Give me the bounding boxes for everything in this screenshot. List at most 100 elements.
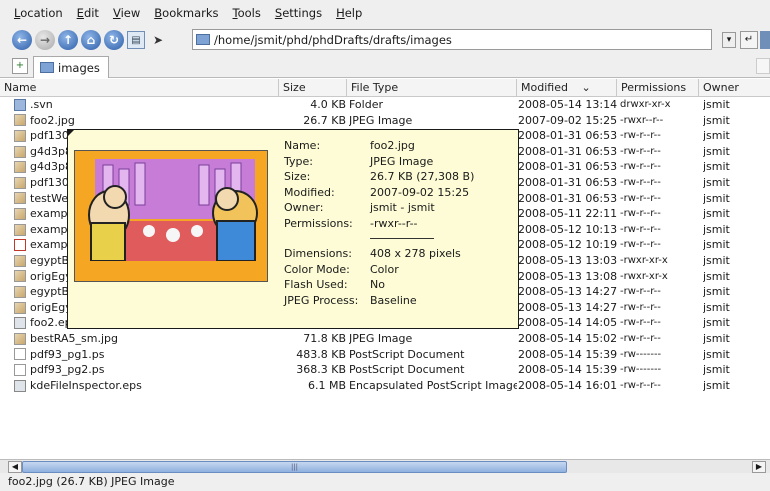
file-icon xyxy=(14,301,26,314)
location-dropdown-button[interactable]: ▾ xyxy=(722,32,736,48)
file-icon xyxy=(14,363,26,376)
go-button[interactable]: ↵ xyxy=(740,31,758,49)
file-permissions: -rw-r--r-- xyxy=(620,223,661,235)
file-owner: jsmit xyxy=(703,222,730,236)
menu-item-3[interactable]: Bookmarks xyxy=(154,6,218,20)
menu-item-4[interactable]: Tools xyxy=(233,6,261,20)
file-name-cell: foo2.jpg xyxy=(0,113,276,129)
file-name: egyptBl xyxy=(30,254,73,267)
tooltip-label: Color Mode: xyxy=(284,262,350,276)
file-icon xyxy=(14,379,26,392)
location-field[interactable]: /home/jsmit/phd/phdDrafts/drafts/images xyxy=(192,29,712,50)
file-owner: jsmit xyxy=(703,113,730,127)
location-arrow-icon: ➤ xyxy=(153,33,164,47)
scroll-right-icon[interactable]: ▶ xyxy=(752,461,766,473)
file-permissions: -rw-r--r-- xyxy=(620,130,661,142)
file-icon xyxy=(14,270,26,283)
file-permissions: -rw-r--r-- xyxy=(620,333,661,344)
tooltip-value: Color xyxy=(370,262,399,276)
file-permissions: -rw-r--r-- xyxy=(620,379,661,391)
file-icon xyxy=(14,223,26,236)
file-owner: jsmit xyxy=(703,332,730,345)
scroll-left-icon[interactable]: ◀ xyxy=(8,461,22,473)
view-icon[interactable]: ▤ xyxy=(127,31,145,49)
tooltip-corner xyxy=(67,129,75,137)
file-icon xyxy=(14,239,26,252)
column-owner[interactable]: Owner xyxy=(698,79,770,97)
file-icon xyxy=(14,348,26,361)
folder-icon xyxy=(40,62,54,73)
file-icon xyxy=(14,285,26,298)
clipboard-icon[interactable] xyxy=(760,31,770,49)
menu-item-6[interactable]: Help xyxy=(336,6,362,20)
sort-indicator-icon: ⌄ xyxy=(581,81,591,94)
file-name: pdf93_pg2.ps xyxy=(30,363,105,377)
menu-item-2[interactable]: View xyxy=(113,6,140,20)
column-file-type[interactable]: File Type xyxy=(346,79,516,97)
file-name: bestRA5_sm.jpg xyxy=(30,332,118,345)
tooltip-separator xyxy=(370,238,434,239)
file-name: .svn xyxy=(30,98,53,111)
file-row[interactable]: .svn 4.0 KB Folder 2008-05-14 13:14 drwxr-xr… xyxy=(0,97,770,113)
file-owner: jsmit xyxy=(703,363,730,377)
reload-icon[interactable]: ↻ xyxy=(104,30,124,50)
file-row[interactable]: bestRA5_sm.jpg 71.8 KB JPEG Image 2008-05-1… xyxy=(0,331,770,347)
file-modified: 2008-01-31 06:53 xyxy=(518,176,618,189)
back-icon[interactable]: ← xyxy=(12,30,32,50)
file-owner: jsmit xyxy=(703,378,730,392)
file-type: JPEG Image xyxy=(349,113,413,127)
horizontal-scrollbar[interactable]: ◀ ||| ▶ xyxy=(0,459,770,473)
tooltip-value: 26.7 KB (27,308 B) xyxy=(370,170,475,183)
file-type: PostScript Document xyxy=(349,363,465,377)
file-size: 71.8 KB xyxy=(303,332,346,345)
file-icon xyxy=(14,129,26,142)
file-row[interactable]: foo2.jpg 26.7 KB JPEG Image 2007-09-02 15:2… xyxy=(0,113,770,129)
scrollbar-thumb[interactable]: ||| xyxy=(22,461,567,473)
file-modified: 2008-01-31 06:53 xyxy=(518,191,618,205)
file-modified: 2008-05-12 10:13 xyxy=(518,222,618,236)
menu-item-1[interactable]: Edit xyxy=(77,6,99,20)
up-icon[interactable]: ↑ xyxy=(58,30,78,50)
column-size[interactable]: Size xyxy=(278,79,346,97)
column-permissions[interactable]: Permissions xyxy=(616,79,698,97)
file-icon xyxy=(14,145,26,158)
file-name: exampl xyxy=(30,238,71,252)
file-owner: jsmit xyxy=(703,300,730,314)
file-name: origEgy xyxy=(30,269,72,283)
file-row[interactable]: pdf93_pg1.ps 483.8 KB PostScript Document 2… xyxy=(0,347,770,363)
file-name: origEgy xyxy=(30,300,72,314)
file-row[interactable]: kdeFileInspector.eps 6.1 MB Encapsulated P… xyxy=(0,378,770,394)
file-name: egyptBl xyxy=(30,285,73,299)
tab-images[interactable]: images xyxy=(33,56,109,78)
file-size: 368.3 KB xyxy=(296,363,346,377)
file-modified: 2008-01-31 06:53 xyxy=(518,129,618,143)
menu-bar: Location Edit View Bookmarks Tools Settings He… xyxy=(0,0,770,26)
file-permissions: -rw-r--r-- xyxy=(620,208,661,220)
column-modified[interactable]: Modified ⌄ xyxy=(516,79,616,97)
file-name: g4d3p8 xyxy=(30,144,72,158)
close-tab-icon[interactable] xyxy=(756,58,770,74)
column-header: Name Size File Type Modified ⌄ Permissio… xyxy=(0,79,770,97)
file-owner: jsmit xyxy=(703,238,730,252)
tooltip-label: Type: xyxy=(284,154,313,168)
column-name[interactable]: Name xyxy=(0,79,278,97)
file-name: exampl xyxy=(30,207,71,221)
menu-item-5[interactable]: Settings xyxy=(275,6,322,20)
home-icon[interactable]: ⌂ xyxy=(81,30,101,50)
file-permissions: -rw-r--r-- xyxy=(620,286,661,298)
file-name-cell: pdf93_pg1.ps xyxy=(0,347,276,363)
file-icon xyxy=(14,254,26,267)
tooltip-label: Permissions: xyxy=(284,216,353,230)
forward-icon[interactable]: → xyxy=(35,30,55,50)
file-name: pdf93_pg1.ps xyxy=(30,347,105,361)
file-permissions: -rw-r--r-- xyxy=(620,317,661,329)
tooltip-value: Baseline xyxy=(370,293,417,307)
file-row[interactable]: pdf93_pg2.ps 368.3 KB PostScript Document 2… xyxy=(0,362,770,378)
tooltip-value: jsmit - jsmit xyxy=(370,201,435,214)
file-modified: 2008-05-14 16:01 xyxy=(518,378,618,392)
new-tab-icon[interactable]: + xyxy=(12,58,28,74)
location-path[interactable]: /home/jsmit/phd/phdDrafts/drafts/images xyxy=(214,33,452,47)
menu-item-0[interactable]: Location xyxy=(14,6,63,20)
file-permissions: -rw-r--r-- xyxy=(620,161,661,173)
tooltip-label: Owner: xyxy=(284,201,324,214)
